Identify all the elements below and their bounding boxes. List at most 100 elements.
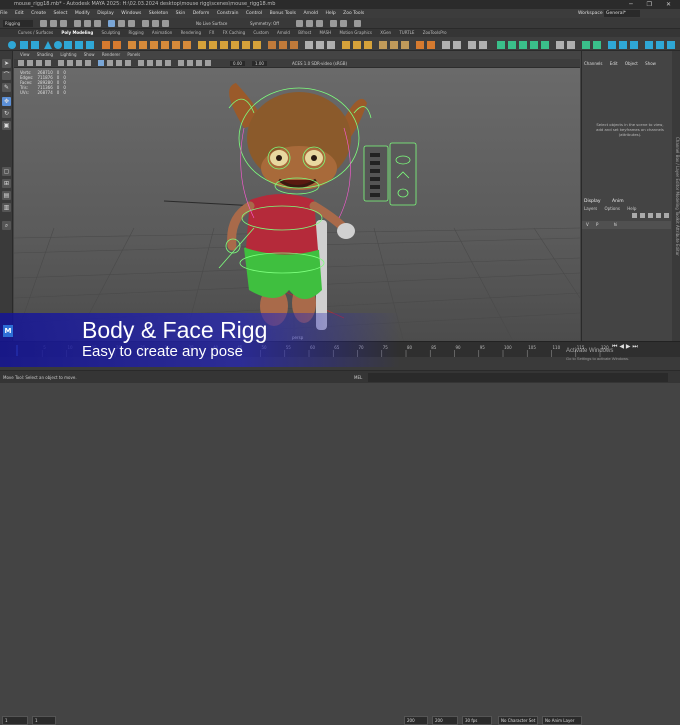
layer-menu-options[interactable]: Options xyxy=(605,206,620,211)
cb-menu-object[interactable]: Object xyxy=(625,61,638,66)
character-shirt xyxy=(246,194,318,255)
cb-menu-edit[interactable]: Edit xyxy=(610,61,618,66)
shelf-tab-fx-caching[interactable]: FX Caching xyxy=(223,30,245,35)
playback-controls[interactable]: ⏮ ◀ ▶ ⏭ xyxy=(612,343,638,351)
shelf-tab-zootoolspro[interactable]: ZooToolsPro xyxy=(423,30,447,35)
tab-display[interactable]: Display xyxy=(584,199,601,204)
side-tabs[interactable]: Channel Box / Layer Editor Modeling Tool… xyxy=(672,51,680,341)
shelf-tab-arnold[interactable]: Arnold xyxy=(277,30,290,35)
menu-skin[interactable]: Skin xyxy=(176,11,186,16)
menu-control[interactable]: Control xyxy=(246,11,262,16)
exposure-field[interactable]: 0.00 xyxy=(230,61,245,66)
shelf-tab-curves-surfaces[interactable]: Curves / Surfaces xyxy=(18,30,53,35)
menu-constrain[interactable]: Constrain xyxy=(217,11,239,16)
anim-layer-select[interactable]: No Anim Layer xyxy=(542,716,582,725)
cb-menu-channels[interactable]: Channels xyxy=(584,61,603,66)
fps-select[interactable]: 30 fps xyxy=(462,716,492,725)
menu-windows[interactable]: Windows xyxy=(121,11,141,16)
outliner-layout-icon[interactable]: ▥ xyxy=(2,203,11,212)
layer-row[interactable]: V P hi xyxy=(582,221,671,229)
gamma-field[interactable]: 1.00 xyxy=(252,61,267,66)
shelf-tab-turtle[interactable]: TURTLE xyxy=(399,30,414,35)
vp-menu-shading[interactable]: Shading xyxy=(37,52,53,57)
end-frame-field[interactable]: 200 xyxy=(432,716,458,725)
character-set-select[interactable]: No Character Set xyxy=(498,716,538,725)
menu-deform[interactable]: Deform xyxy=(193,11,210,16)
range-end-field[interactable]: 200 xyxy=(404,716,428,725)
window-controls[interactable]: ─ ❐ ✕ xyxy=(629,0,677,9)
menu-file[interactable]: File xyxy=(0,11,8,16)
shelf-tool-icons[interactable] xyxy=(0,38,680,52)
scale-tool-icon[interactable]: ▣ xyxy=(2,121,11,130)
rotate-tool-icon[interactable]: ↻ xyxy=(2,109,11,118)
lasso-tool-icon[interactable]: ⌒ xyxy=(2,71,11,80)
shelf-tab-custom[interactable]: Custom xyxy=(253,30,268,35)
menu-bonus-tools[interactable]: Bonus Tools xyxy=(270,11,296,16)
shelf-tab-mash[interactable]: MASH xyxy=(319,30,331,35)
command-input[interactable] xyxy=(368,373,668,382)
menu-select[interactable]: Select xyxy=(54,11,68,16)
viewport-toolbar: 0.00 1.00 ACES 1.0 SDR-video (sRGB) xyxy=(14,59,580,68)
viewport-toolbar-icons[interactable] xyxy=(18,60,238,67)
menu-arnold[interactable]: Arnold xyxy=(303,11,318,16)
main-menu-bar: File Edit Create Select Modify Display W… xyxy=(0,9,680,18)
shelf-tab-fx[interactable]: FX xyxy=(209,30,214,35)
search-icon[interactable]: ⌕ xyxy=(2,221,11,230)
paint-select-icon[interactable]: ✎ xyxy=(2,83,11,92)
shelf-tab-xgen[interactable]: XGen xyxy=(380,30,391,35)
shelf-tab-animation[interactable]: Animation xyxy=(152,30,172,35)
step-forward-icon[interactable]: ⏭ xyxy=(632,343,637,350)
menu-edit[interactable]: Edit xyxy=(15,11,24,16)
start-frame-field[interactable]: 1 xyxy=(2,716,28,725)
live-surface-label[interactable]: No Live Surface xyxy=(196,18,227,29)
status-line-icons[interactable] xyxy=(40,19,280,28)
play-icon[interactable]: ▶ xyxy=(626,343,631,350)
timeline-tick-label: 80 xyxy=(407,345,413,350)
shelf xyxy=(0,37,680,51)
menu-help[interactable]: Help xyxy=(325,11,335,16)
status-line: Rigging No Live Surface Symmetry: Off xyxy=(0,18,680,29)
layer-menu-help[interactable]: Help xyxy=(627,206,636,211)
vp-menu-show[interactable]: Show xyxy=(84,52,95,57)
menu-modify[interactable]: Modify xyxy=(75,11,90,16)
workspace-select[interactable]: General* xyxy=(604,10,640,17)
shelf-tab-rendering[interactable]: Rendering xyxy=(181,30,201,35)
move-tool-icon[interactable]: ✥ xyxy=(2,97,11,106)
layer-visibility[interactable]: V xyxy=(586,222,589,227)
select-tool-icon[interactable]: ➤ xyxy=(2,59,11,68)
vp-menu-view[interactable]: View xyxy=(20,52,30,57)
menu-zoo-tools[interactable]: Zoo Tools xyxy=(343,11,364,16)
tab-anim[interactable]: Anim xyxy=(612,199,624,204)
menu-set-select[interactable]: Rigging xyxy=(3,20,33,27)
script-language[interactable]: MEL xyxy=(354,371,362,384)
range-start-field[interactable]: 1 xyxy=(32,716,56,725)
vp-menu-panels[interactable]: Panels xyxy=(127,52,140,57)
layout-icon[interactable]: ▤ xyxy=(2,191,11,200)
layer-buttons[interactable] xyxy=(632,212,672,219)
layer-menu-layers[interactable]: Layers xyxy=(584,206,597,211)
shelf-tab-bifrost[interactable]: Bifrost xyxy=(298,30,311,35)
cb-menu-show[interactable]: Show xyxy=(645,61,656,66)
layer-playback[interactable]: P xyxy=(596,222,598,227)
layer-editor-tabs: Display Anim xyxy=(584,199,634,204)
vp-menu-renderer[interactable]: Renderer xyxy=(102,52,120,57)
four-view-icon[interactable]: ⊞ xyxy=(2,179,11,188)
shelf-tab-poly-modeling[interactable]: Poly Modeling xyxy=(61,30,93,35)
shelf-tab-motion-graphics[interactable]: Motion Graphics xyxy=(339,30,372,35)
viewport-persp[interactable]: persp xyxy=(14,68,580,343)
menu-display[interactable]: Display xyxy=(97,11,114,16)
shelf-tab-sculpting[interactable]: Sculpting xyxy=(101,30,120,35)
shelf-tab-rigging[interactable]: Rigging xyxy=(128,30,143,35)
menu-skeleton[interactable]: Skeleton xyxy=(149,11,168,16)
menu-create[interactable]: Create xyxy=(31,11,46,16)
colorspace-select[interactable]: ACES 1.0 SDR-video (sRGB) xyxy=(292,59,347,68)
render-icons[interactable] xyxy=(296,19,556,28)
step-back-icon[interactable]: ◀ xyxy=(619,343,624,350)
channel-box-menu: Channels Edit Object Show xyxy=(584,61,662,66)
workspace-label: Workspace : xyxy=(578,11,606,16)
hud-label: UVs: xyxy=(20,90,30,95)
single-view-icon[interactable]: ▢ xyxy=(2,167,11,176)
vp-menu-lighting[interactable]: Lighting xyxy=(60,52,76,57)
symmetry-label[interactable]: Symmetry: Off xyxy=(250,18,279,29)
hud-value: 268774 xyxy=(37,90,53,95)
